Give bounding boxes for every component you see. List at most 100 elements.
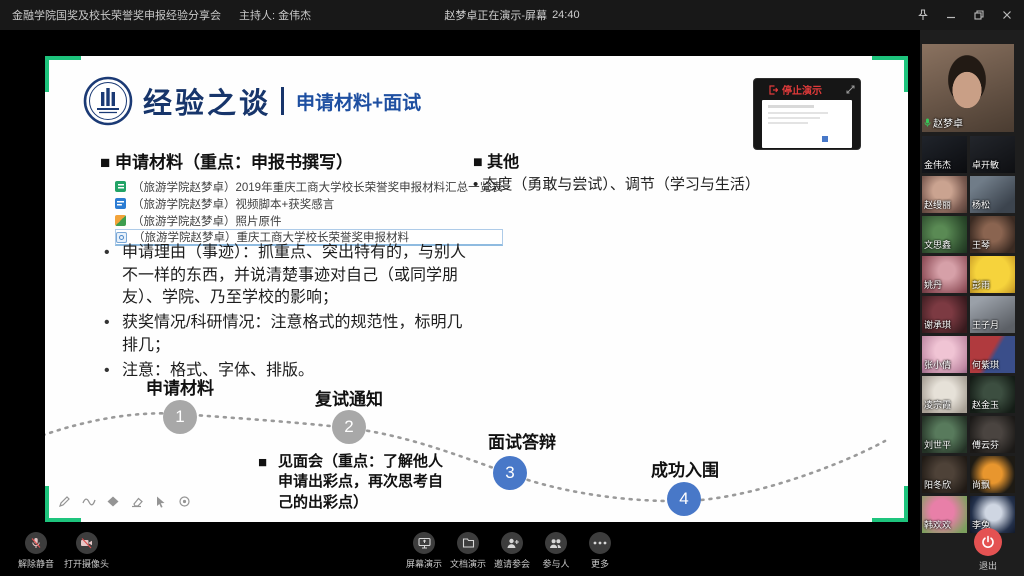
right-bullet: 态度（勇敢与尝试）、调节（学习与生活） (473, 173, 760, 194)
attachment-name: （旅游学院赵梦卓）2019年重庆工商大学校长荣誉奖申报材料汇总一览表 (132, 179, 503, 195)
meeting-info: 金融学院国奖及校长荣誉奖申报经验分享会 主持人: 金伟杰 (12, 0, 311, 30)
participant-sidebar: 赵梦卓 金伟杰 卓开敏 赵缦丽 杨松 文思鑫 王琴 姚丹 彭雨 谢承琪 王子月 … (920, 30, 1024, 576)
document-icon (457, 532, 479, 554)
shape-tool-icon[interactable] (105, 494, 120, 509)
participant-video[interactable]: 刘世平 (922, 416, 967, 453)
timeline-label-1: 申请材料 (110, 374, 250, 399)
participant-video[interactable]: 何紫琪 (970, 336, 1015, 373)
camera-on-button[interactable]: 打开摄像头 (64, 532, 109, 570)
screen-share-icon (413, 532, 435, 554)
bullet-item: 获奖情况/科研情况：注意格式的规范性，标明几排几； (100, 312, 472, 357)
participant-video[interactable]: 文思鑫 (922, 216, 967, 253)
excel-file-icon (115, 181, 126, 192)
presenting-status: 赵梦卓正在演示-屏幕 (444, 7, 547, 23)
share-border-corner (872, 486, 908, 522)
more-dots-icon (589, 532, 611, 554)
curve-tool-icon[interactable] (81, 494, 96, 509)
share-preview-thumbnail (762, 100, 852, 148)
title-bar: 金融学院国奖及校长荣誉奖申报经验分享会 主持人: 金伟杰 赵梦卓正在演示-屏幕 … (0, 0, 1024, 30)
meeting-host: 主持人: 金伟杰 (239, 7, 311, 23)
meeting-note: ■ 见面会（重点：了解他人申请出彩点，再次思考自己的出彩点） (258, 452, 458, 513)
participant-video[interactable]: 卓开敏 (970, 136, 1015, 173)
participant-video[interactable]: 谢承琪 (922, 296, 967, 333)
camera-off-icon (76, 532, 98, 554)
mic-on-icon (924, 118, 931, 127)
control-bar: 解除静音 打开摄像头 屏幕演示 文档演示 (0, 524, 1024, 576)
participant-video[interactable]: 张小倩 (922, 336, 967, 373)
note-marker: ■ (258, 453, 267, 473)
participant-video[interactable]: 阳冬欣 (922, 456, 967, 493)
bullet-item: 申请理由（事迹）：抓重点、突出特有的，与别人不一样的东西，并说清楚事迹对自己（或… (100, 242, 472, 310)
meeting-controls: 屏幕演示 文档演示 邀请参会 参与人 (404, 532, 620, 570)
attachment-name: （旅游学院赵梦卓）视频脚本+获奖感言 (132, 196, 334, 212)
power-icon (974, 528, 1002, 556)
timeline-step-1: 1 (163, 400, 197, 434)
window-controls (916, 0, 1014, 30)
presentation-slide: 经验之谈 申请材料+面试 ■ 申请材料（重点：申报书撰写） （旅游学院赵梦卓）2… (45, 56, 908, 522)
participant-video[interactable]: 凌宗霞 (922, 376, 967, 413)
timeline-label-4: 成功入围 (615, 456, 755, 481)
select-tool-icon[interactable] (153, 494, 168, 509)
pen-tool-icon[interactable] (57, 494, 72, 509)
screen-share-button[interactable]: 屏幕演示 (404, 532, 444, 570)
left-section-heading: ■ 申请材料（重点：申报书撰写） (100, 148, 353, 173)
participant-video[interactable]: 金伟杰 (922, 136, 967, 173)
more-button[interactable]: 更多 (580, 532, 620, 570)
presenter-name: 赵梦卓 (933, 115, 963, 130)
participants-button[interactable]: 参与人 (536, 532, 576, 570)
participant-video[interactable]: 尚飘 (970, 456, 1015, 493)
slide-header: 经验之谈 申请材料+面试 (83, 74, 421, 128)
exit-button[interactable]: 退出 (974, 528, 1002, 572)
people-icon (545, 532, 567, 554)
exit-area: 退出 (974, 528, 1002, 572)
stop-share-panel: 停止演示 (753, 78, 861, 150)
attachment-row: （旅游学院赵梦卓）照片原件 (115, 212, 503, 229)
participant-video[interactable]: 杨松 (970, 176, 1015, 213)
photo-file-icon (115, 215, 126, 226)
slide-subtitle: 申请材料+面试 (296, 88, 421, 115)
meeting-window: 金融学院国奖及校长荣誉奖申报经验分享会 主持人: 金伟杰 赵梦卓正在演示-屏幕 … (0, 0, 1024, 576)
timeline-step-2: 2 (332, 410, 366, 444)
stop-share-label: 停止演示 (782, 82, 822, 97)
pin-icon[interactable] (916, 8, 930, 22)
meeting-timer: 24:40 (552, 9, 580, 21)
timeline-step-4: 4 (667, 482, 701, 516)
minimize-icon[interactable] (944, 8, 958, 22)
attachment-row: （旅游学院赵梦卓）2019年重庆工商大学校长荣誉奖申报材料汇总一览表 (115, 178, 503, 195)
unmute-button[interactable]: 解除静音 (18, 532, 54, 570)
annotation-toolbar (57, 494, 192, 509)
participant-video[interactable]: 王子月 (970, 296, 1015, 333)
invite-button[interactable]: 邀请参会 (492, 532, 532, 570)
university-logo-icon (83, 76, 133, 126)
note-text: 见面会（重点：了解他人申请出彩点，再次思考自己的出彩点） (258, 452, 454, 513)
participant-video[interactable]: 傅云芬 (970, 416, 1015, 453)
participant-video[interactable]: 王琴 (970, 216, 1015, 253)
meeting-title: 金融学院国奖及校长荣誉奖申报经验分享会 (12, 7, 221, 23)
mic-muted-icon (25, 532, 47, 554)
participant-video[interactable]: 赵金玉 (970, 376, 1015, 413)
attachment-list: （旅游学院赵梦卓）2019年重庆工商大学校长荣誉奖申报材料汇总一览表 （旅游学院… (115, 178, 503, 246)
word-file-icon (115, 198, 126, 209)
timeline-label-3: 面试答辩 (452, 428, 592, 453)
right-section-heading: ■ 其他 (473, 148, 519, 172)
participant-video[interactable]: 赵缦丽 (922, 176, 967, 213)
invite-person-icon (501, 532, 523, 554)
attachment-row: （旅游学院赵梦卓）视频脚本+获奖感言 (115, 195, 503, 212)
close-icon[interactable] (1000, 8, 1014, 22)
shared-screen: 经验之谈 申请材料+面试 ■ 申请材料（重点：申报书撰写） （旅游学院赵梦卓）2… (0, 30, 920, 576)
restore-icon[interactable] (972, 8, 986, 22)
av-controls: 解除静音 打开摄像头 (18, 532, 109, 570)
title-divider (281, 87, 284, 115)
participant-video[interactable]: 彭雨 (970, 256, 1015, 293)
stop-share-icon (768, 85, 778, 95)
participant-video[interactable]: 姚丹 (922, 256, 967, 293)
stop-share-button[interactable]: 停止演示 (754, 79, 860, 99)
presenter-video[interactable]: 赵梦卓 (922, 44, 1014, 132)
share-border-corner (872, 56, 908, 92)
expand-icon[interactable] (846, 85, 855, 94)
laser-tool-icon[interactable] (177, 494, 192, 509)
doc-share-button[interactable]: 文档演示 (448, 532, 488, 570)
eraser-tool-icon[interactable] (129, 494, 144, 509)
timeline-label-2: 复试通知 (279, 385, 419, 410)
share-border-corner (45, 56, 81, 92)
